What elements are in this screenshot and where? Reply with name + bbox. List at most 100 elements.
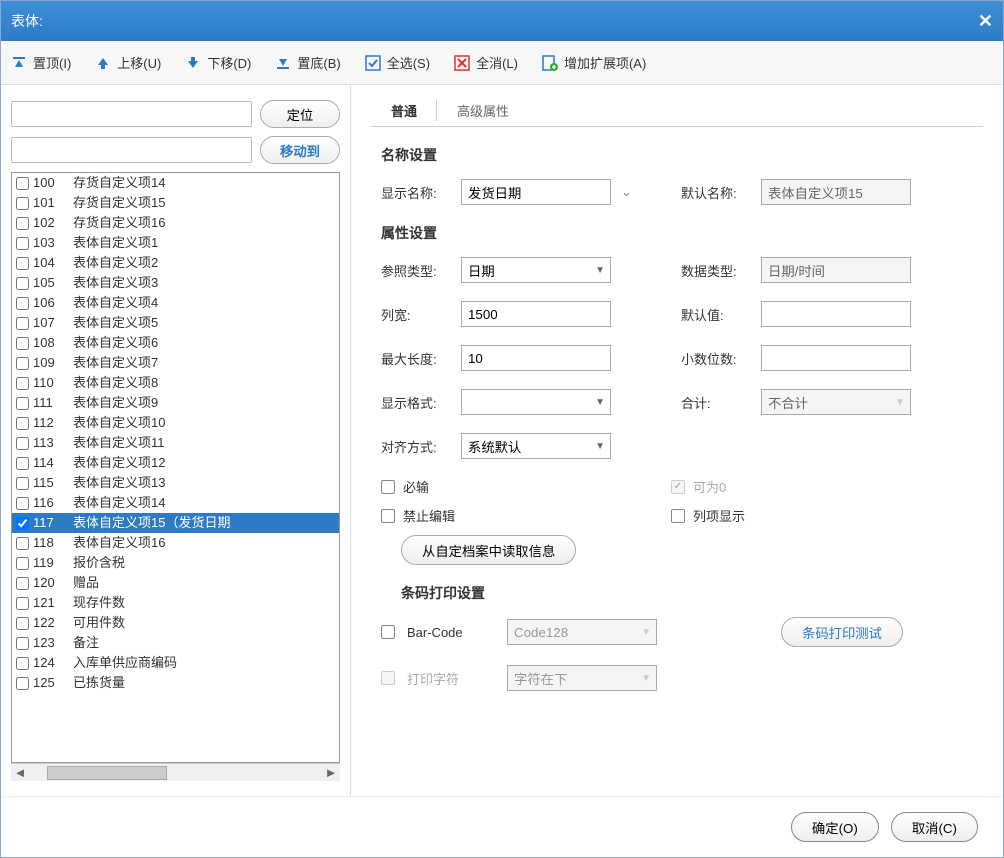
list-item-label: 备注 xyxy=(73,634,99,652)
list-item[interactable]: 120赠品 xyxy=(12,573,339,593)
clearall-button[interactable]: 全消(L) xyxy=(454,53,518,72)
list-item-checkbox[interactable] xyxy=(16,417,29,430)
locate-input[interactable] xyxy=(11,101,252,127)
list-item-checkbox[interactable] xyxy=(16,357,29,370)
list-item-checkbox[interactable] xyxy=(16,217,29,230)
scroll-thumb[interactable] xyxy=(47,766,167,780)
list-item-index: 117 xyxy=(33,514,73,532)
list-item-checkbox[interactable] xyxy=(16,637,29,650)
list-item[interactable]: 115表体自定义项13 xyxy=(12,473,339,493)
colshow-checkbox[interactable] xyxy=(671,509,685,523)
item-listbox[interactable]: 100存货自定义项14101存货自定义项15102存货自定义项16103表体自定… xyxy=(11,172,340,763)
list-item-checkbox[interactable] xyxy=(16,537,29,550)
chevron-down-icon[interactable]: ⌄ xyxy=(621,184,632,200)
list-item-checkbox[interactable] xyxy=(16,337,29,350)
down-button[interactable]: 下移(D) xyxy=(185,53,251,72)
top-button[interactable]: 置顶(I) xyxy=(11,53,71,72)
list-item-checkbox[interactable] xyxy=(16,657,29,670)
barcode-checkbox[interactable] xyxy=(381,625,395,639)
list-item[interactable]: 119报价含税 xyxy=(12,553,339,573)
col-width-input[interactable] xyxy=(461,301,611,327)
list-item[interactable]: 106表体自定义项4 xyxy=(12,293,339,313)
list-item-checkbox[interactable] xyxy=(16,237,29,250)
list-item-checkbox[interactable] xyxy=(16,397,29,410)
list-item-label: 表体自定义项14 xyxy=(73,494,165,512)
moveto-button[interactable]: 移动到 xyxy=(260,136,340,164)
close-icon[interactable]: ✕ xyxy=(978,11,993,32)
list-item[interactable]: 110表体自定义项8 xyxy=(12,373,339,393)
required-checkbox[interactable] xyxy=(381,480,395,494)
ok-button[interactable]: 确定(O) xyxy=(791,812,879,842)
list-item[interactable]: 112表体自定义项10 xyxy=(12,413,339,433)
list-item[interactable]: 109表体自定义项7 xyxy=(12,353,339,373)
list-item[interactable]: 103表体自定义项1 xyxy=(12,233,339,253)
list-item[interactable]: 100存货自定义项14 xyxy=(12,173,339,193)
maxlen-input[interactable] xyxy=(461,345,611,371)
tab-advanced[interactable]: 高级属性 xyxy=(437,95,529,126)
barcode-test-button[interactable]: 条码打印测试 xyxy=(781,617,903,647)
list-item[interactable]: 113表体自定义项11 xyxy=(12,433,339,453)
list-item[interactable]: 117表体自定义项15（发货日期 xyxy=(12,513,339,533)
bottom-button[interactable]: 置底(B) xyxy=(275,53,340,72)
list-item[interactable]: 108表体自定义项6 xyxy=(12,333,339,353)
horizontal-scrollbar[interactable]: ◄ ► xyxy=(11,763,340,781)
list-item-checkbox[interactable] xyxy=(16,617,29,630)
list-item-checkbox[interactable] xyxy=(16,317,29,330)
list-item[interactable]: 125已拣货量 xyxy=(12,673,339,693)
readonly-checkbox[interactable] xyxy=(381,509,395,523)
list-item[interactable]: 101存货自定义项15 xyxy=(12,193,339,213)
list-item-checkbox[interactable] xyxy=(16,297,29,310)
locate-button[interactable]: 定位 xyxy=(260,100,340,128)
list-item[interactable]: 118表体自定义项16 xyxy=(12,533,339,553)
list-item-index: 103 xyxy=(33,234,73,252)
list-item-checkbox[interactable] xyxy=(16,477,29,490)
list-item-checkbox[interactable] xyxy=(16,577,29,590)
list-item-checkbox[interactable] xyxy=(16,437,29,450)
addext-button[interactable]: 增加扩展项(A) xyxy=(542,53,646,72)
list-item[interactable]: 111表体自定义项9 xyxy=(12,393,339,413)
list-item-label: 表体自定义项4 xyxy=(73,294,158,312)
list-item-checkbox[interactable] xyxy=(16,597,29,610)
list-item-checkbox[interactable] xyxy=(16,557,29,570)
list-item[interactable]: 102存货自定义项16 xyxy=(12,213,339,233)
printchar-label: 打印字符 xyxy=(407,669,507,688)
list-item-checkbox[interactable] xyxy=(16,257,29,270)
list-item[interactable]: 105表体自定义项3 xyxy=(12,273,339,293)
selectall-button[interactable]: 全选(S) xyxy=(365,53,430,72)
list-item-label: 表体自定义项1 xyxy=(73,234,158,252)
sum-combo xyxy=(761,389,911,415)
list-item[interactable]: 121现存件数 xyxy=(12,593,339,613)
default-val-input[interactable] xyxy=(761,301,911,327)
display-name-input[interactable] xyxy=(461,179,611,205)
list-item-checkbox[interactable] xyxy=(16,497,29,510)
up-button[interactable]: 上移(U) xyxy=(95,53,161,72)
readarchive-button[interactable]: 从自定档案中读取信息 xyxy=(401,535,576,565)
scroll-left-icon[interactable]: ◄ xyxy=(11,765,29,780)
list-item-checkbox[interactable] xyxy=(16,517,29,530)
list-item[interactable]: 122可用件数 xyxy=(12,613,339,633)
clearall-label: 全消(L) xyxy=(476,53,518,72)
nullable-label: 可为0 xyxy=(693,477,726,496)
list-item-checkbox[interactable] xyxy=(16,457,29,470)
decimal-input[interactable] xyxy=(761,345,911,371)
list-item[interactable]: 107表体自定义项5 xyxy=(12,313,339,333)
list-item-checkbox[interactable] xyxy=(16,377,29,390)
list-item-label: 表体自定义项12 xyxy=(73,454,165,472)
moveto-input[interactable] xyxy=(11,137,252,163)
format-combo[interactable] xyxy=(461,389,611,415)
cancel-button[interactable]: 取消(C) xyxy=(891,812,978,842)
list-item[interactable]: 123备注 xyxy=(12,633,339,653)
list-item-checkbox[interactable] xyxy=(16,177,29,190)
list-item-checkbox[interactable] xyxy=(16,197,29,210)
list-item[interactable]: 114表体自定义项12 xyxy=(12,453,339,473)
list-item[interactable]: 104表体自定义项2 xyxy=(12,253,339,273)
tab-basic[interactable]: 普通 xyxy=(371,95,437,126)
list-item[interactable]: 124入库单供应商编码 xyxy=(12,653,339,673)
list-item-checkbox[interactable] xyxy=(16,277,29,290)
list-item-checkbox[interactable] xyxy=(16,677,29,690)
list-item[interactable]: 116表体自定义项14 xyxy=(12,493,339,513)
ref-type-combo[interactable] xyxy=(461,257,611,283)
list-item-label: 表体自定义项13 xyxy=(73,474,165,492)
align-combo[interactable] xyxy=(461,433,611,459)
scroll-right-icon[interactable]: ► xyxy=(322,765,340,780)
